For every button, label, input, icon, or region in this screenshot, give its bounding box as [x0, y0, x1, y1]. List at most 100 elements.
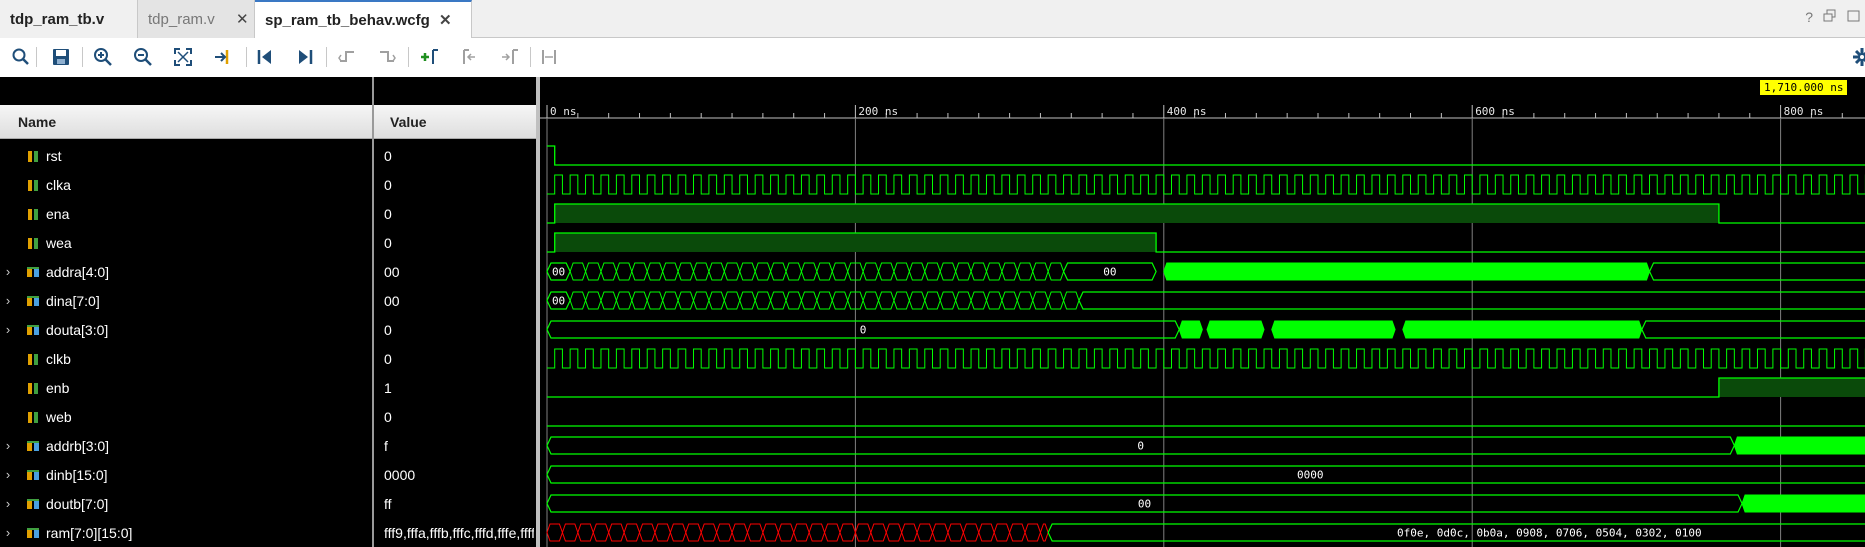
signal-row-wea[interactable]: wea	[0, 228, 72, 257]
bus-transition-segment	[677, 262, 695, 281]
help-icon[interactable]: ?	[1805, 9, 1813, 26]
bus-transition-segment	[615, 262, 633, 281]
tab-sp-ram-tb-behav-wcfg[interactable]: sp_ram_tb_behav.wcfg ✕	[255, 0, 472, 38]
bus-transition-segment	[893, 291, 910, 310]
bus-transition-segment	[692, 291, 710, 310]
waveform-pane[interactable]: 0 ns200 ns400 ns600 ns800 ns1,000 ns1,20…	[540, 77, 1865, 547]
maximize-icon[interactable]	[1847, 9, 1861, 26]
signal-row-clka[interactable]: clka	[0, 170, 71, 199]
waveform-canvas[interactable]: 0 ns200 ns400 ns600 ns800 ns1,000 ns1,20…	[540, 77, 1865, 547]
bus-dense-segment	[1733, 436, 1865, 455]
signal-value: 0	[384, 205, 392, 222]
bus-value-label: 00	[1138, 498, 1151, 511]
bus-transition-segment	[785, 262, 802, 281]
editor-tab-bar: tdp_ram_tb.v tdp_ram.v ✕ sp_ram_tb_behav…	[0, 0, 1865, 38]
bus-transition-segment	[985, 291, 1003, 310]
expand-chevron-icon[interactable]: ›	[0, 467, 16, 482]
bus-transition-segment	[955, 291, 972, 310]
expand-chevron-icon[interactable]: ›	[0, 322, 16, 337]
close-icon[interactable]: ✕	[439, 11, 452, 29]
swap-cursors-icon[interactable]	[536, 44, 562, 70]
search-icon[interactable]	[8, 44, 34, 70]
bus-transition-segment	[746, 523, 764, 542]
expand-chevron-icon[interactable]: ›	[0, 293, 16, 308]
bus-transition-segment	[677, 291, 695, 310]
expand-chevron-icon[interactable]: ›	[0, 525, 16, 540]
settings-icon[interactable]	[1852, 44, 1865, 70]
bus-transition-segment	[862, 262, 880, 281]
go-to-cursor-icon[interactable]	[210, 44, 236, 70]
signal-row-dinb[interactable]: › dinb[15:0]	[0, 460, 108, 489]
time-tick-label: 200 ns	[858, 105, 898, 118]
bus-transition-segment	[854, 523, 872, 542]
bus-transition-segment	[839, 523, 856, 542]
signal-row-dina[interactable]: › dina[7:0]	[0, 286, 100, 315]
bit-signal-icon	[28, 382, 38, 394]
bus-transition-segment	[885, 523, 903, 542]
bus-transition-segment	[901, 523, 918, 542]
bus-transition-segment	[908, 291, 926, 310]
tab-tdp-ram-tb[interactable]: tdp_ram_tb.v	[0, 0, 138, 38]
bus-transition-segment	[585, 262, 602, 281]
bus-dense-segment	[1178, 320, 1203, 339]
signal-name: addra[4:0]	[46, 263, 110, 280]
signal-row-rst[interactable]: rst	[0, 141, 62, 170]
bus-value-label: 0000	[1297, 469, 1324, 482]
signal-value: 0	[384, 176, 392, 193]
next-transition-icon[interactable]	[374, 44, 400, 70]
expand-chevron-icon[interactable]: ›	[0, 264, 16, 279]
previous-transition-icon[interactable]	[334, 44, 360, 70]
signal-name: enb	[46, 379, 70, 396]
bus-transition-segment	[908, 262, 926, 281]
bus-transition-segment	[824, 523, 841, 542]
time-tick-label: 400 ns	[1167, 105, 1207, 118]
bus-transition-segment	[723, 291, 741, 310]
bus-value-segment	[546, 465, 1865, 484]
signal-row-clkb[interactable]: clkb	[0, 344, 71, 373]
save-icon[interactable]	[48, 44, 74, 70]
bus-dense-segment	[1402, 320, 1643, 339]
wave-high-fill	[554, 204, 1719, 223]
expand-chevron-icon[interactable]: ›	[0, 438, 16, 453]
tab-label: tdp_ram_tb.v	[10, 10, 105, 28]
value-column-header[interactable]: Value	[374, 105, 536, 139]
bus-transition-segment	[931, 523, 949, 542]
signal-row-douta[interactable]: › douta[3:0]	[0, 315, 108, 344]
signal-row-ena[interactable]: ena	[0, 199, 69, 228]
bus-transition-segment	[970, 291, 988, 310]
signal-row-ram[interactable]: › ram[7:0][15:0]	[0, 518, 133, 547]
previous-marker-icon[interactable]	[456, 44, 482, 70]
close-icon[interactable]: ✕	[236, 10, 249, 28]
tab-tdp-ram[interactable]: tdp_ram.v ✕	[138, 0, 255, 38]
add-marker-icon[interactable]	[416, 44, 442, 70]
signal-row-addra[interactable]: › addra[4:0]	[0, 257, 109, 286]
go-to-start-icon[interactable]	[252, 44, 278, 70]
signal-name-pane: Name rst clka ena wea › addra[4:0] › dina[7:0] ›…	[0, 77, 372, 547]
signal-name: rst	[46, 147, 62, 164]
signal-row-enb[interactable]: enb	[0, 373, 69, 402]
name-column-header[interactable]: Name	[0, 105, 372, 139]
bus-transition-segment	[816, 262, 833, 281]
bus-transition-segment	[939, 291, 957, 310]
signal-row-doutb[interactable]: › doutb[7:0]	[0, 489, 108, 518]
bus-transition-segment	[592, 523, 610, 542]
zoom-out-icon[interactable]	[130, 44, 156, 70]
signal-value: 0000	[384, 466, 416, 483]
bus-transition-segment	[577, 523, 594, 542]
bus-transition-segment	[970, 262, 988, 281]
bus-value-label: 0f0e, 0d0c, 0b0a, 0908, 0706, 0504, 0302…	[1397, 527, 1702, 540]
restore-icon[interactable]	[1823, 9, 1837, 26]
bus-transition-segment	[893, 262, 910, 281]
expand-chevron-icon[interactable]: ›	[0, 496, 16, 511]
wave-high-fill	[1718, 378, 1865, 397]
signal-row-web[interactable]: web	[0, 402, 72, 431]
signal-row-addrb[interactable]: › addrb[3:0]	[0, 431, 109, 460]
bus-transition-segment	[739, 291, 756, 310]
zoom-fit-icon[interactable]	[170, 44, 196, 70]
next-marker-icon[interactable]	[496, 44, 522, 70]
zoom-in-icon[interactable]	[90, 44, 116, 70]
go-to-end-icon[interactable]	[292, 44, 318, 70]
wave-high-fill	[554, 233, 1157, 252]
signal-value: 1	[384, 379, 392, 396]
bus-transition-segment	[600, 291, 617, 310]
